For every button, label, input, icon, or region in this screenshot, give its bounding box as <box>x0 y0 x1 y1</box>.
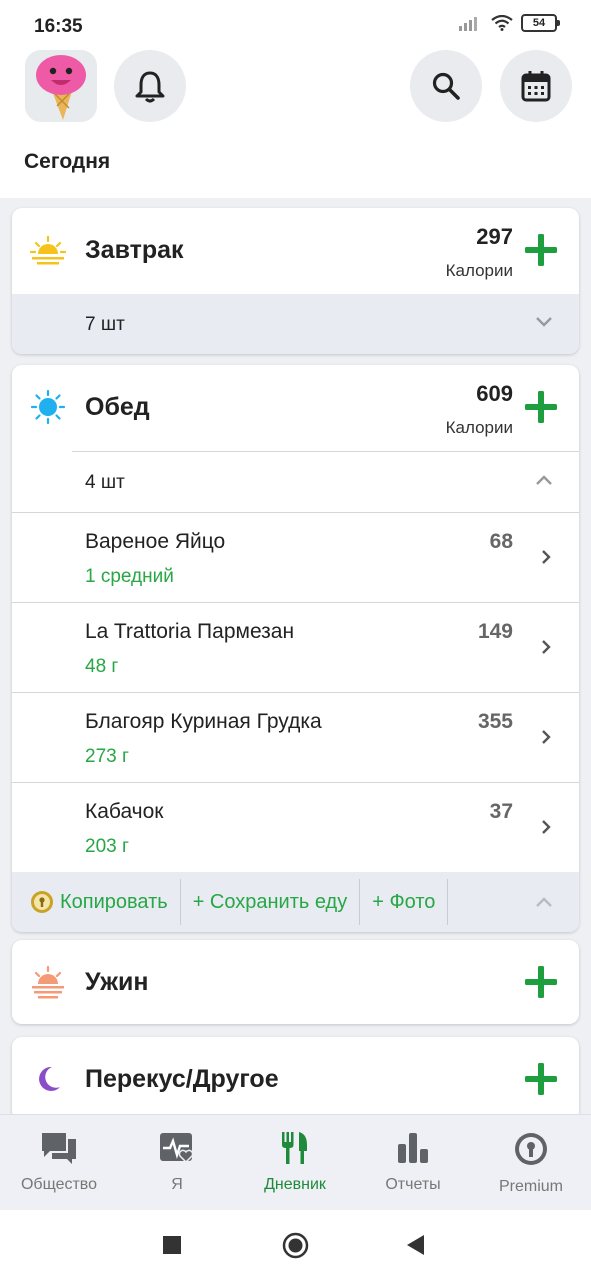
meal-title: Ужин <box>85 968 149 996</box>
chevron-right-icon <box>542 730 551 744</box>
meal-card-breakfast: Завтрак 297 Калории 7 шт <box>12 208 579 354</box>
meal-calories-label: Калории <box>445 261 513 280</box>
meal-title: Перекус/Другое <box>85 1065 279 1093</box>
food-name: La Trattoria Пармезан <box>85 620 295 643</box>
add-food-breakfast-button[interactable] <box>523 232 559 268</box>
chevron-right-icon <box>542 550 551 564</box>
nav-label: Отчеты <box>385 1176 441 1193</box>
premium-lock-icon <box>31 891 53 913</box>
meal-title: Обед <box>85 393 150 421</box>
status-time: 16:35 <box>34 16 83 37</box>
health-icon <box>160 1133 194 1164</box>
photo-label: + Фото <box>372 890 436 913</box>
food-row[interactable]: Благояр Куриная Грудка 273 г 355 <box>12 692 579 782</box>
sunset-icon <box>32 965 64 999</box>
avatar[interactable] <box>25 50 97 122</box>
wifi-icon <box>491 15 513 31</box>
food-calories: 68 <box>489 530 513 553</box>
search-icon <box>432 72 460 100</box>
nav-label: Дневник <box>264 1176 326 1193</box>
calendar-icon <box>521 71 551 102</box>
meal-calories-label: Калории <box>445 418 513 437</box>
nav-label: Я <box>171 1176 183 1193</box>
bar-chart-icon <box>398 1133 428 1163</box>
nav-label: Общество <box>20 1176 98 1193</box>
sun-icon <box>30 389 66 425</box>
meal-card-dinner: Ужин <box>12 940 579 1024</box>
food-name: Благояр Куриная Грудка <box>85 710 322 733</box>
nav-reports[interactable]: Отчеты <box>354 1131 472 1194</box>
premium-badge-icon <box>515 1133 547 1165</box>
add-food-lunch-button[interactable] <box>523 389 559 425</box>
utensils-icon <box>282 1132 307 1164</box>
home-button[interactable] <box>282 1232 309 1259</box>
save-meal-button[interactable]: + Сохранить еду <box>181 879 361 925</box>
chevron-up-icon <box>536 475 552 485</box>
ice-cream-avatar-icon <box>36 55 86 120</box>
moon-icon <box>39 1066 60 1091</box>
page-title: Сегодня <box>24 150 111 173</box>
food-amount: 1 средний <box>85 566 174 587</box>
meal-items-toggle[interactable]: 7 шт <box>12 294 579 354</box>
meal-title: Завтрак <box>85 236 184 264</box>
meal-calories: 609 <box>476 381 513 406</box>
food-amount: 203 г <box>85 836 129 857</box>
meal-header-breakfast[interactable]: Завтрак 297 Калории <box>12 208 579 294</box>
chevron-right-icon <box>542 640 551 654</box>
food-calories: 149 <box>477 620 513 643</box>
calendar-button[interactable] <box>500 50 572 122</box>
meal-card-snack: Перекус/Другое <box>12 1037 579 1121</box>
nav-community[interactable]: Общество <box>0 1131 118 1194</box>
meal-calories: 297 <box>476 224 513 249</box>
save-label: + Сохранить еду <box>192 890 348 913</box>
chevron-up-icon[interactable] <box>535 896 553 908</box>
nav-diary[interactable]: Дневник <box>236 1131 354 1194</box>
recent-apps-button[interactable] <box>163 1236 181 1254</box>
chat-icon <box>42 1133 76 1164</box>
meal-item-count: 7 шт <box>85 314 125 335</box>
nav-me[interactable]: Я <box>118 1131 236 1194</box>
notifications-button[interactable] <box>114 50 186 122</box>
food-amount: 273 г <box>85 746 129 767</box>
food-row[interactable]: La Trattoria Пармезан 48 г 149 <box>12 602 579 692</box>
food-name: Вареное Яйцо <box>85 530 226 553</box>
meal-header-lunch[interactable]: Обед 609 Калории <box>12 365 579 451</box>
copy-label: Копировать <box>60 890 168 913</box>
food-row[interactable]: Вареное Яйцо 1 средний 68 <box>12 512 579 602</box>
sunrise-icon <box>30 235 66 265</box>
food-row[interactable]: Кабачок 203 г 37 <box>12 782 579 872</box>
bell-icon <box>135 71 165 103</box>
meal-actions-bar: Копировать + Сохранить еду + Фото <box>12 872 579 932</box>
system-nav-bar <box>0 1210 591 1280</box>
nav-label: Premium <box>498 1178 563 1195</box>
add-photo-button[interactable]: + Фото <box>360 879 449 925</box>
top-bar: Сегодня <box>0 50 591 198</box>
add-food-dinner-button[interactable] <box>523 964 559 1000</box>
food-amount: 48 г <box>85 656 119 677</box>
meal-header-snack[interactable]: Перекус/Другое <box>12 1037 579 1121</box>
search-button[interactable] <box>410 50 482 122</box>
food-calories: 355 <box>477 710 513 733</box>
signal-icon <box>459 17 477 31</box>
back-button[interactable] <box>406 1234 426 1256</box>
meal-item-count: 4 шт <box>85 472 125 493</box>
meal-items-toggle[interactable]: 4 шт <box>72 451 579 512</box>
status-bar: 16:35 54 <box>0 0 591 50</box>
food-calories: 37 <box>489 800 513 823</box>
chevron-right-icon <box>542 820 551 834</box>
bottom-nav: Общество Я Дневник Отчеты Premium <box>0 1114 591 1211</box>
meal-card-lunch: Обед 609 Калории 4 шт Вареное Яйцо 1 сре… <box>12 365 579 932</box>
meal-header-dinner[interactable]: Ужин <box>12 940 579 1024</box>
chevron-down-icon <box>536 317 552 327</box>
nav-premium[interactable]: Premium <box>472 1131 590 1196</box>
food-name: Кабачок <box>85 800 164 823</box>
add-food-snack-button[interactable] <box>523 1061 559 1097</box>
battery-indicator: 54 <box>521 14 560 32</box>
copy-meal-button[interactable]: Копировать <box>12 879 181 925</box>
